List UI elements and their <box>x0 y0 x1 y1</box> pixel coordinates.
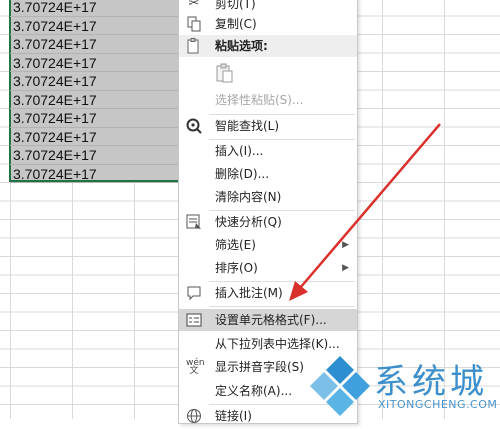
cell[interactable]: 3.70724E+17 <box>10 146 188 165</box>
menu-item-label: 显示拼音字段(S) <box>215 360 304 374</box>
menu-item-smart-lookup[interactable]: 智能查找(L) <box>179 115 357 137</box>
cell[interactable]: 3.70724E+17 <box>10 165 188 183</box>
cell[interactable]: 3.70724E+17 <box>10 72 188 91</box>
menu-item-label: 插入批注(M) <box>215 286 283 300</box>
menu-item-quick-analysis[interactable]: 快速分析(Q) <box>179 211 357 233</box>
menu-item-insert-comment[interactable]: 插入批注(M) <box>179 282 357 304</box>
menu-item-paste-special[interactable]: 选择性粘贴(S)... <box>179 89 357 111</box>
menu-item-label: 定义名称(A)... <box>215 384 293 398</box>
paste-icon[interactable] <box>215 63 235 83</box>
menu-item-filter[interactable]: 筛选(E) ▶ <box>179 234 357 256</box>
menu-item-insert[interactable]: 插入(I)... <box>179 140 357 162</box>
menu-item-clear-contents[interactable]: 清除内容(N) <box>179 186 357 208</box>
menu-item-copy[interactable]: 复制(C) <box>179 13 357 35</box>
menu-item-label: 设置单元格格式(F)... <box>215 313 327 327</box>
phonetic-icon: wén 文 <box>186 358 205 376</box>
menu-item-label: 智能查找(L) <box>215 119 280 133</box>
menu-item-label: 复制(C) <box>215 17 257 31</box>
watermark-url: XITONGCHENG.COM <box>378 398 498 411</box>
menu-item-label: 快速分析(Q) <box>215 215 282 229</box>
menu-item-label: 选择性粘贴(S)... <box>215 93 304 107</box>
cell[interactable]: 3.70724E+17 <box>10 17 188 35</box>
menu-item-sort[interactable]: 排序(O) ▶ <box>179 257 357 279</box>
paste-options-header: 粘贴选项: <box>179 35 357 57</box>
scissors-icon: ✂ <box>188 0 200 11</box>
cell[interactable]: 3.70724E+17 <box>10 128 188 146</box>
copy-icon <box>186 16 202 32</box>
comment-icon <box>186 285 202 301</box>
quick-analysis-icon <box>186 214 202 230</box>
link-icon <box>186 408 202 424</box>
menu-item-delete[interactable]: 删除(D)... <box>179 163 357 185</box>
cell[interactable]: 3.70724E+17 <box>10 54 188 72</box>
watermark-logo-icon <box>310 356 370 416</box>
cell[interactable]: 3.70724E+17 <box>10 35 188 54</box>
watermark-title: 系统城 <box>374 362 488 402</box>
menu-item-label: 清除内容(N) <box>215 190 282 204</box>
chevron-right-icon: ▶ <box>342 240 349 250</box>
watermark: 系统城 XITONGCHENG.COM <box>308 352 500 419</box>
menu-item-label: 筛选(E) <box>215 238 256 252</box>
menu-item-format-cells[interactable]: 设置单元格格式(F)... <box>179 309 357 331</box>
paste-options-label: 粘贴选项: <box>215 39 268 53</box>
cell[interactable]: 3.70724E+17 <box>10 91 188 109</box>
menu-item-label: 排序(O) <box>215 261 258 275</box>
clipboard-icon <box>186 38 202 54</box>
menu-divider <box>209 306 355 307</box>
menu-item-label: 删除(D)... <box>215 167 270 181</box>
menu-item-label: 链接(I) <box>215 409 252 423</box>
chevron-right-icon: ▶ <box>342 263 349 273</box>
menu-item-label: 插入(I)... <box>215 144 264 158</box>
cell[interactable]: 3.70724E+17 <box>10 109 188 128</box>
format-cells-icon <box>186 312 202 328</box>
cell[interactable]: 3.70724E+17 <box>10 0 188 17</box>
smart-lookup-icon <box>186 118 202 134</box>
